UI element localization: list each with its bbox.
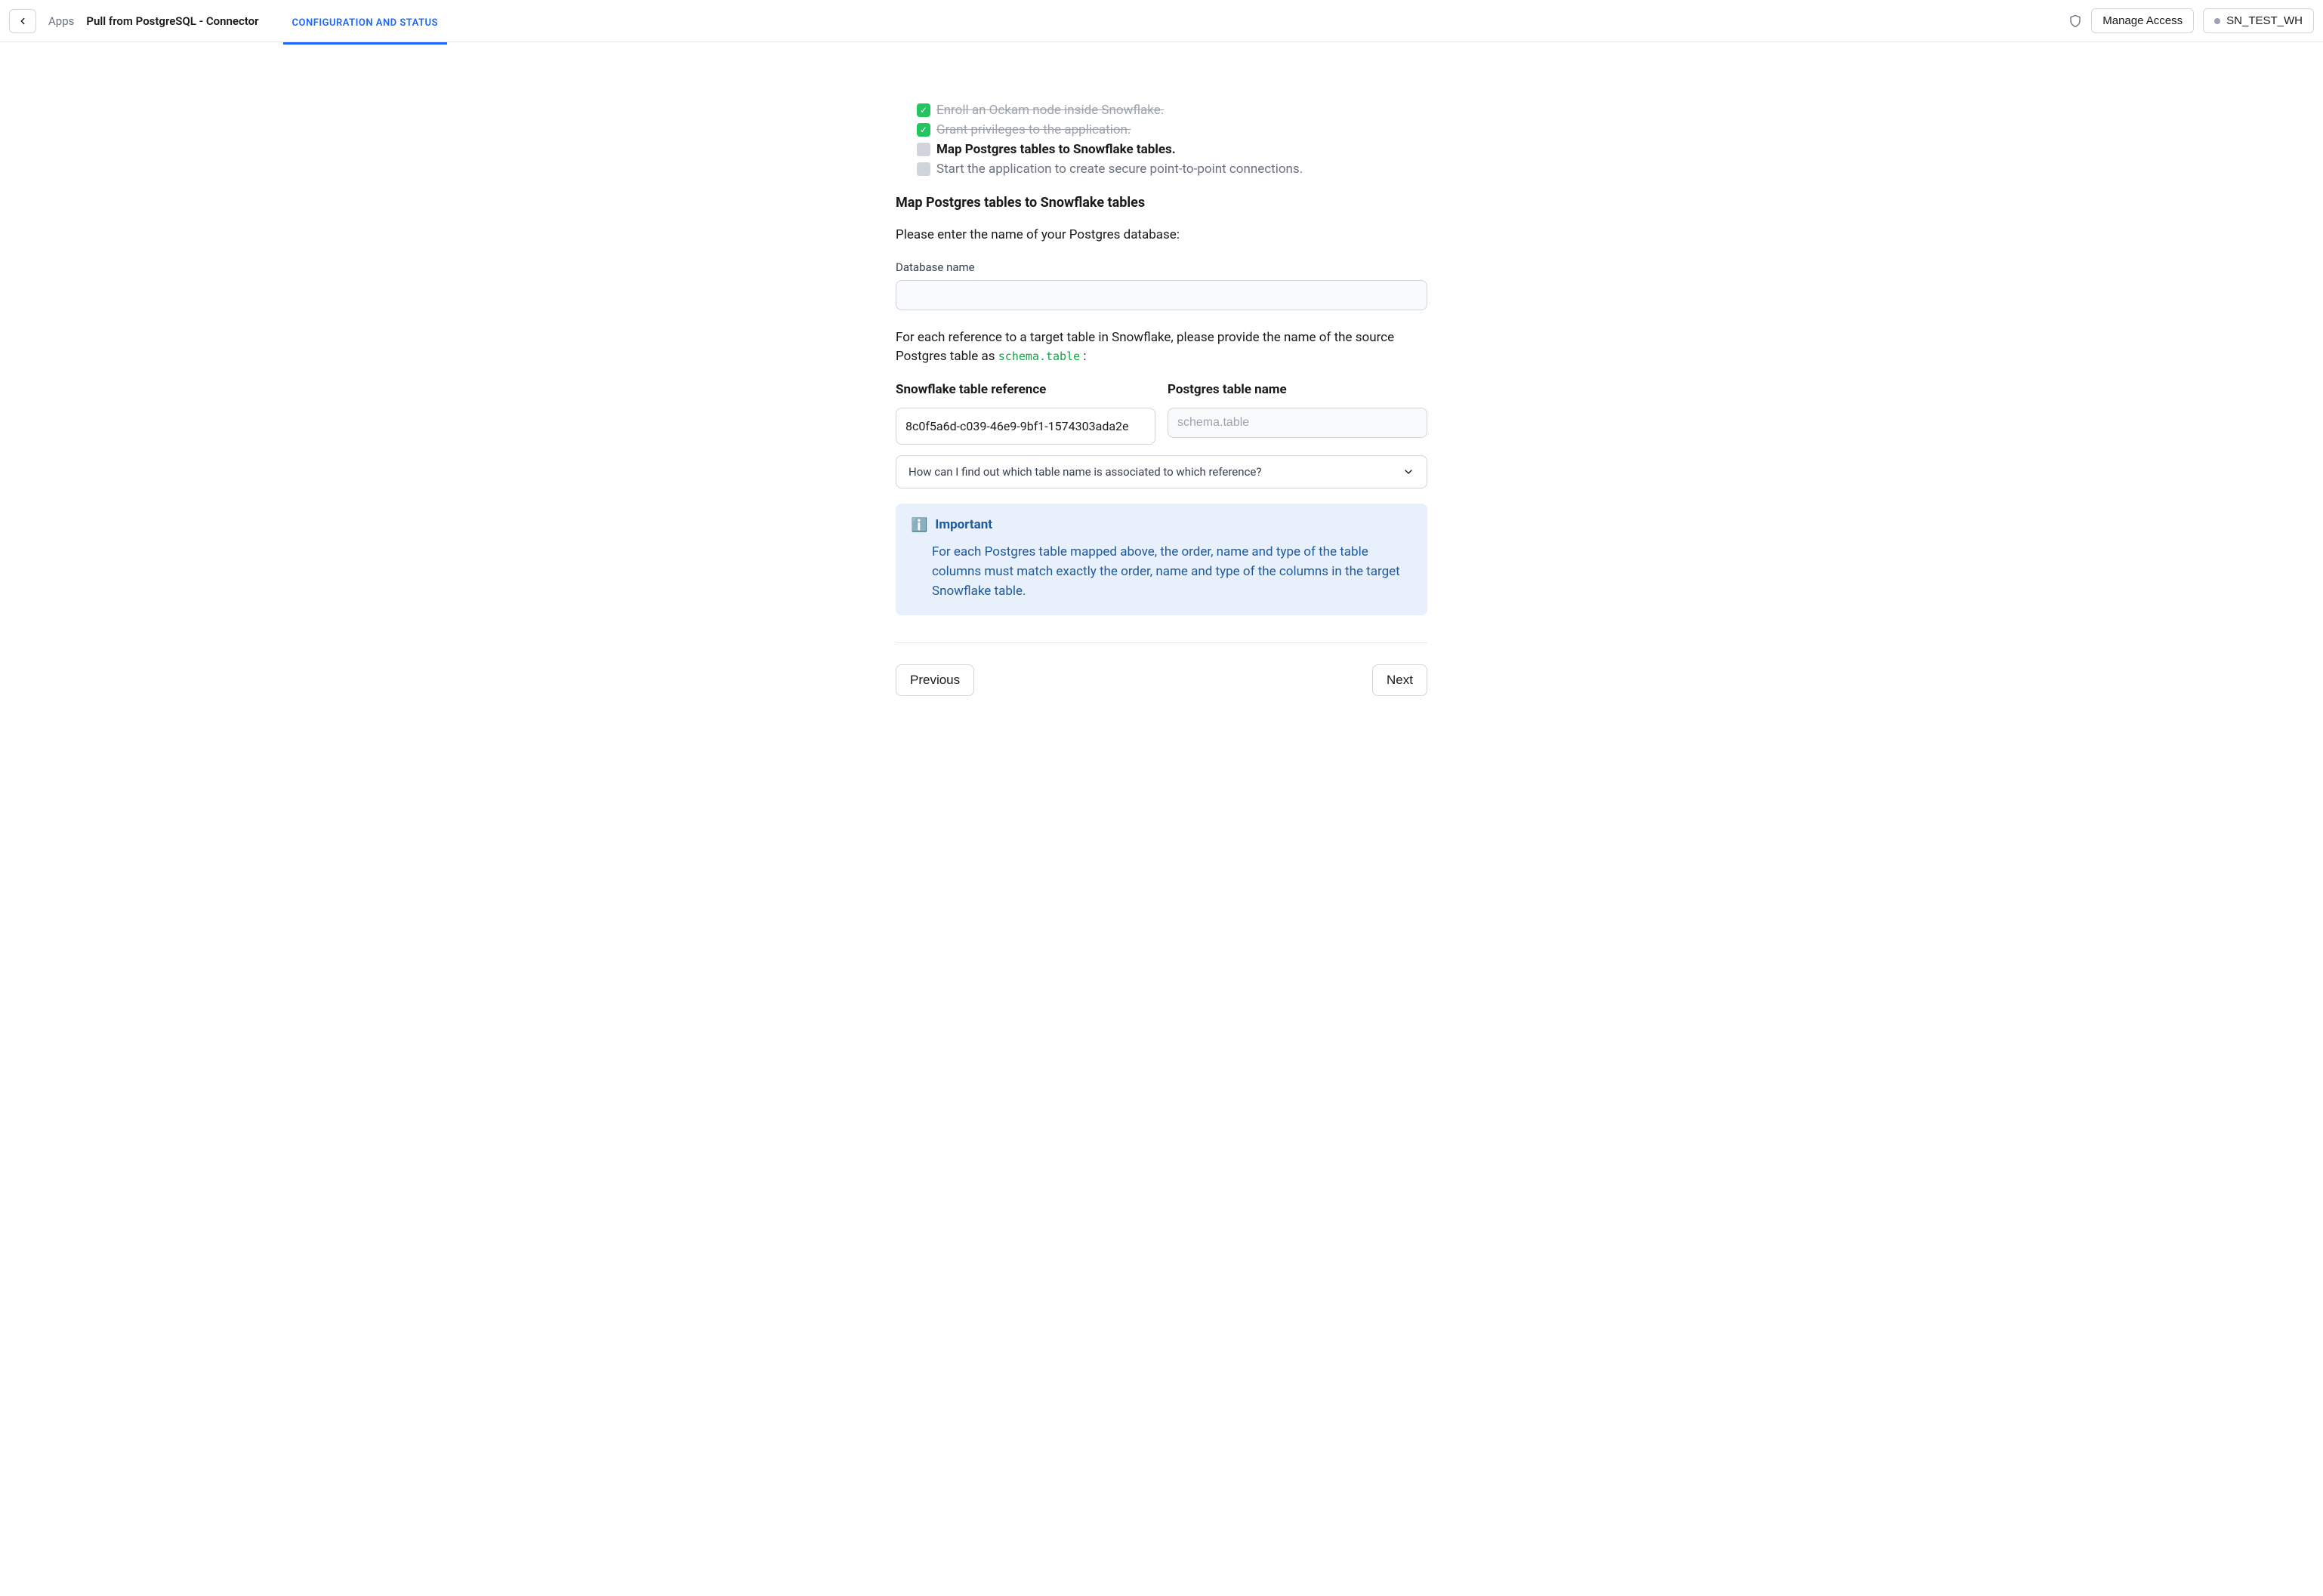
help-accordion[interactable]: How can I find out which table name is a…: [896, 455, 1427, 488]
step-item: Start the application to create secure p…: [917, 162, 1427, 177]
warehouse-selector[interactable]: SN_TEST_WH: [2203, 8, 2314, 33]
postgres-table-input[interactable]: [1168, 408, 1427, 438]
important-callout: ℹ️ Important For each Postgres table map…: [896, 504, 1427, 615]
section-title: Map Postgres tables to Snowflake tables: [896, 195, 1427, 211]
info-icon: ℹ️: [911, 517, 927, 533]
nav-row: Previous Next: [896, 664, 1427, 696]
snowflake-ref-value: 8c0f5a6d-c039-46e9-9bf1-1574303ada2e: [896, 408, 1155, 445]
app-header: Apps Pull from PostgreSQL - Connector CO…: [0, 0, 2323, 42]
step-label: Map Postgres tables to Snowflake tables.: [936, 142, 1176, 157]
chevron-left-icon: [17, 16, 28, 26]
warehouse-name: SN_TEST_WH: [2226, 14, 2303, 27]
setup-steps: ✓ Enroll an Ockam node inside Snowflake.…: [896, 103, 1427, 177]
back-button[interactable]: [9, 9, 36, 33]
schema-table-code: schema.table: [998, 350, 1080, 363]
check-icon: ✓: [917, 103, 930, 117]
manage-access-button[interactable]: Manage Access: [2091, 8, 2194, 33]
step-box-icon: [917, 143, 930, 156]
tab-configuration-status[interactable]: CONFIGURATION AND STATUS: [283, 3, 447, 45]
db-name-label: Database name: [896, 260, 1427, 274]
step-item: ✓ Grant privileges to the application.: [917, 122, 1427, 137]
app-title: Pull from PostgreSQL - Connector: [86, 14, 258, 28]
chevron-down-icon: [1402, 466, 1414, 478]
previous-button[interactable]: Previous: [896, 664, 974, 696]
mapping-intro-prefix: For each reference to a target table in …: [896, 330, 1394, 365]
step-item: ✓ Enroll an Ockam node inside Snowflake.: [917, 103, 1427, 118]
mapping-header-row: Snowflake table reference Postgres table…: [896, 382, 1427, 408]
shield-icon[interactable]: [2068, 14, 2082, 28]
step-item: Map Postgres tables to Snowflake tables.: [917, 142, 1427, 157]
next-button[interactable]: Next: [1372, 664, 1427, 696]
step-label: Start the application to create secure p…: [936, 162, 1303, 177]
accordion-label: How can I find out which table name is a…: [909, 465, 1261, 479]
step-label: Enroll an Ockam node inside Snowflake.: [936, 103, 1164, 118]
col-header-snowflake-ref: Snowflake table reference: [896, 382, 1155, 397]
mapping-intro-suffix: :: [1080, 349, 1086, 364]
callout-body: For each Postgres table mapped above, th…: [911, 542, 1412, 602]
header-right: Manage Access SN_TEST_WH: [2068, 8, 2314, 33]
check-icon: ✓: [917, 123, 930, 137]
step-box-icon: [917, 162, 930, 176]
db-prompt: Please enter the name of your Postgres d…: [896, 226, 1427, 245]
callout-header: ℹ️ Important: [911, 517, 1412, 533]
main-content: ✓ Enroll an Ockam node inside Snowflake.…: [881, 42, 1442, 726]
mapping-intro: For each reference to a target table in …: [896, 328, 1427, 367]
status-dot-icon: [2214, 18, 2220, 24]
callout-title: Important: [935, 517, 992, 532]
header-left: Apps Pull from PostgreSQL - Connector CO…: [9, 3, 447, 39]
step-label: Grant privileges to the application.: [936, 122, 1131, 137]
database-name-input[interactable]: [896, 280, 1427, 310]
col-header-postgres-name: Postgres table name: [1168, 382, 1427, 397]
apps-breadcrumb[interactable]: Apps: [48, 14, 74, 28]
section-divider: [896, 642, 1427, 643]
mapping-row: 8c0f5a6d-c039-46e9-9bf1-1574303ada2e: [896, 408, 1427, 445]
